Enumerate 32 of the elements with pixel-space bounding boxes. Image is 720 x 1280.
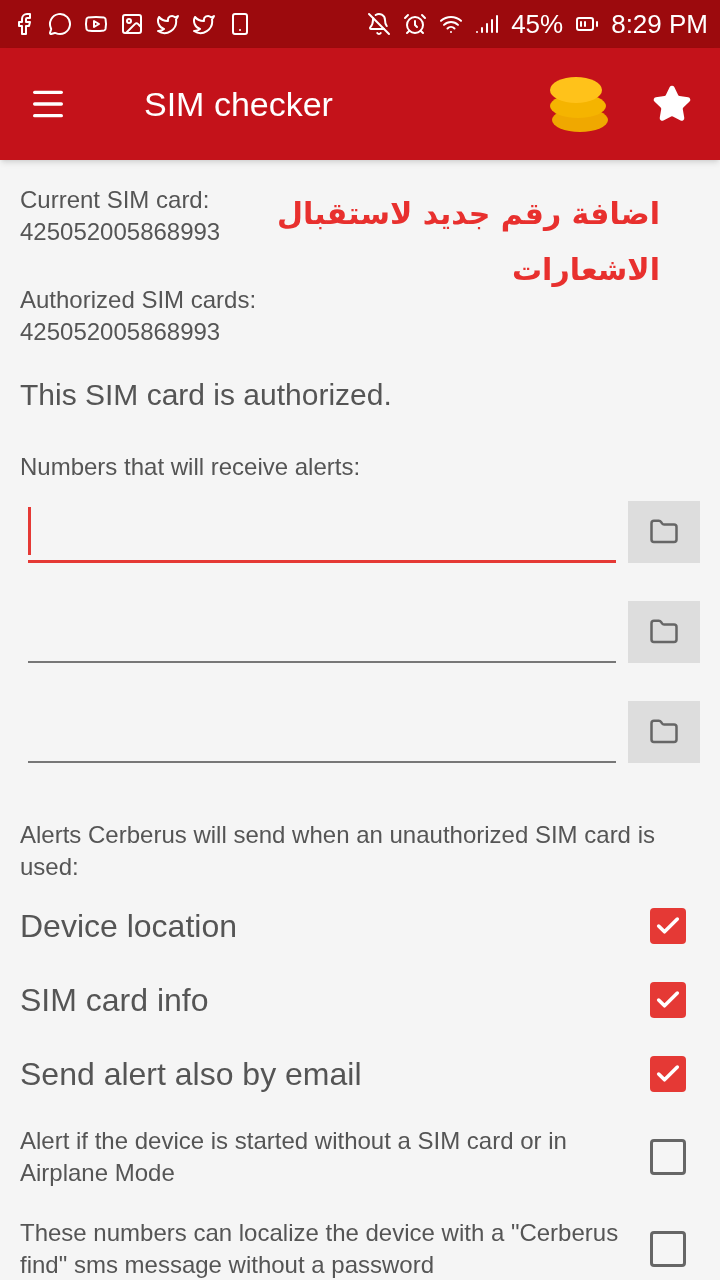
checkbox[interactable] (650, 908, 686, 944)
signal-icon (475, 12, 500, 36)
app-title: SIM checker (144, 83, 333, 125)
chat-icon (48, 12, 72, 36)
authorized-sim-number: 425052005868993 (20, 317, 222, 347)
checkbox[interactable] (650, 982, 686, 1018)
option-label: SIM card info (20, 981, 209, 1020)
authorized-sims-label: Authorized SIM cards: (20, 285, 258, 315)
annotation-text: اضافة رقم جديد لاستقبال الاشعارات (276, 195, 660, 289)
option-label: Alert if the device is started without a SIM card or in Airplane Mode (20, 1126, 568, 1188)
status-message: This SIM card is authorized. (20, 377, 393, 413)
bird-icon (192, 12, 216, 36)
contacts-button[interactable] (628, 601, 700, 663)
alarm-icon (403, 12, 428, 36)
checkbox[interactable] (650, 1231, 686, 1267)
option-label: Send alert also by email (20, 1055, 362, 1094)
checkbox[interactable] (650, 1056, 686, 1092)
current-sim-label: Current SIM card: (20, 185, 210, 215)
option-label: Device location (20, 907, 237, 946)
contacts-button[interactable] (628, 701, 700, 763)
clock: 8:29 PM (611, 7, 708, 41)
current-sim-number: 425052005868993 (20, 217, 221, 247)
image-icon (120, 12, 144, 36)
mute-icon (367, 12, 392, 36)
option-label: These numbers can localize the device with a "Cerberus find" sms message without a password (20, 1218, 620, 1280)
checkbox[interactable] (650, 1139, 686, 1175)
bird-icon (156, 12, 180, 36)
battery-percent: 45% (511, 7, 564, 41)
star-button[interactable] (652, 84, 692, 124)
numbers-label: Numbers that will receive alerts: (20, 452, 362, 482)
alerts-label: Alerts Cerberus will send when an unauthorized SIM card is used: (20, 820, 656, 882)
contacts-button[interactable] (628, 501, 700, 563)
